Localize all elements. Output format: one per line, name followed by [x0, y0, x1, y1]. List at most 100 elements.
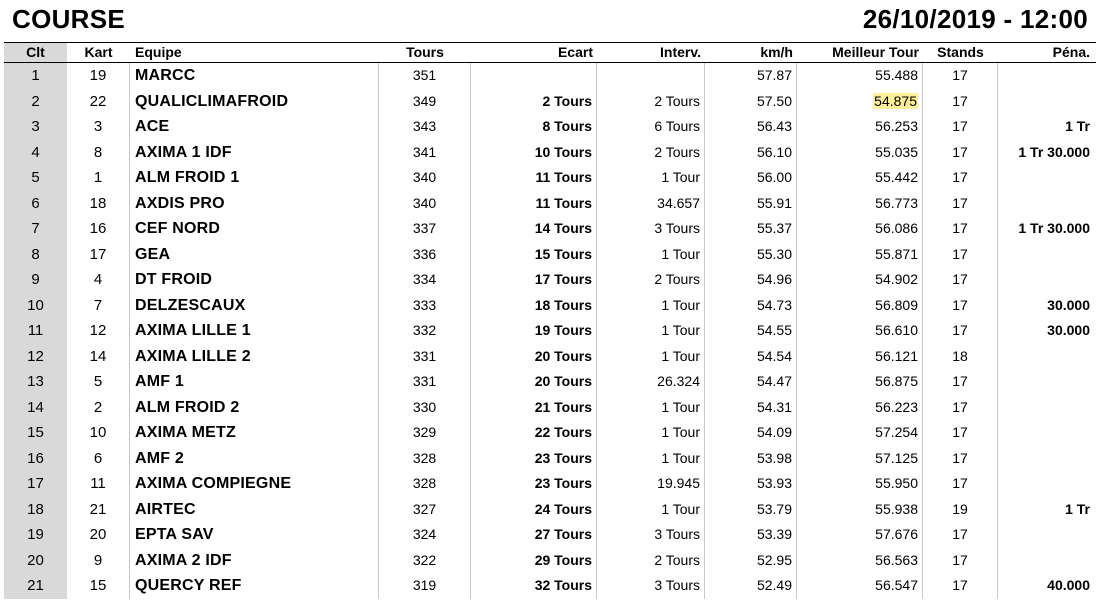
cell-interv: 3 Tours [597, 216, 705, 242]
cell-stands: 17 [923, 114, 998, 140]
cell-stands: 17 [923, 88, 998, 114]
cell-clt: 18 [4, 496, 67, 522]
cell-kart: 9 [67, 547, 130, 573]
cell-penalty [998, 89, 1096, 115]
cell-best-lap: 57.125 [797, 445, 923, 471]
cell-kmh: 54.47 [705, 369, 797, 395]
cell-equipe: AMF 2 [130, 445, 379, 471]
table-row: 5 1 ALM FROID 1 340 11 Tours 1 Tour 56.00 55.44… [4, 165, 1096, 191]
col-header-ecart: Ecart [557, 44, 593, 60]
cell-penalty: 30.000 [1047, 296, 1090, 313]
cell-kart: 5 [67, 369, 130, 395]
cell-stands: 17 [923, 369, 998, 395]
table-row: 17 11 AXIMA COMPIEGNE 328 23 Tours 19.945 53.9… [4, 471, 1096, 497]
cell-clt: 15 [4, 420, 67, 446]
col-header-tours: Tours [406, 44, 444, 60]
cell-equipe: AIRTEC [130, 496, 379, 522]
cell-penalty [998, 446, 1096, 472]
cell-interv: 1 Tour [597, 165, 705, 191]
cell-kart: 16 [67, 216, 130, 242]
col-header-kmh: km/h [760, 44, 793, 60]
cell-ecart: 10 Tours [471, 139, 597, 165]
cell-tours: 340 [379, 165, 471, 191]
cell-kmh: 56.10 [705, 139, 797, 165]
cell-kmh: 53.98 [705, 445, 797, 471]
cell-kart: 14 [67, 343, 130, 369]
cell-interv: 2 Tours [597, 88, 705, 114]
cell-kmh: 54.09 [705, 420, 797, 446]
cell-tours: 341 [379, 139, 471, 165]
page-title: COURSE [12, 4, 126, 34]
cell-tours: 319 [379, 573, 471, 599]
cell-tours: 328 [379, 445, 471, 471]
cell-kmh: 54.73 [705, 292, 797, 318]
cell-ecart: 19 Tours [471, 318, 597, 344]
cell-tours: 334 [379, 267, 471, 293]
table-row: 7 16 CEF NORD 337 14 Tours 3 Tours 55.37 56.086… [4, 216, 1096, 242]
cell-clt: 9 [4, 267, 67, 293]
cell-best-lap: 56.563 [797, 547, 923, 573]
cell-ecart: 20 Tours [471, 369, 597, 395]
results-table: Clt Kart Equipe Tours Ecart Interv. km/h… [4, 42, 1096, 599]
cell-tours: 343 [379, 114, 471, 140]
cell-interv: 2 Tours [597, 139, 705, 165]
cell-kart: 4 [67, 267, 130, 293]
table-row: 2 22 QUALICLIMAFROID 349 2 Tours 2 Tours 57.50… [4, 88, 1096, 115]
cell-kart: 20 [67, 522, 130, 548]
cell-kart: 7 [67, 292, 130, 318]
cell-clt: 16 [4, 445, 67, 471]
cell-equipe: AXIMA COMPIEGNE [130, 471, 379, 497]
cell-equipe: AXIMA METZ [130, 420, 379, 446]
col-header-best-lap: Meilleur Tour [832, 44, 919, 60]
col-header-stands: Stands [937, 44, 984, 60]
cell-ecart: 27 Tours [471, 522, 597, 548]
table-header: Clt Kart Equipe Tours Ecart Interv. km/h… [4, 42, 1096, 63]
table-row: 4 8 AXIMA 1 IDF 341 10 Tours 2 Tours 56.10 55.0… [4, 139, 1096, 165]
cell-kart: 15 [67, 573, 130, 599]
cell-penalty [998, 63, 1096, 89]
cell-equipe: GEA [130, 241, 379, 267]
cell-best-lap: 55.488 [797, 63, 923, 89]
cell-best-lap: 55.035 [797, 139, 923, 165]
cell-ecart: 22 Tours [471, 420, 597, 446]
cell-kmh: 52.49 [705, 573, 797, 599]
cell-clt: 2 [4, 88, 67, 114]
table-row: 9 4 DT FROID 334 17 Tours 2 Tours 54.96 54.902 1… [4, 267, 1096, 293]
cell-kmh: 55.91 [705, 190, 797, 216]
cell-interv: 3 Tours [597, 522, 705, 548]
cell-stands: 17 [923, 139, 998, 165]
cell-tours: 329 [379, 420, 471, 446]
cell-best-lap: 56.773 [797, 190, 923, 216]
cell-ecart [471, 63, 597, 89]
cell-equipe: AXIMA 2 IDF [130, 547, 379, 573]
cell-penalty [998, 369, 1096, 395]
cell-stands: 17 [923, 547, 998, 573]
cell-penalty [998, 548, 1096, 574]
cell-best-lap: 56.547 [797, 573, 923, 599]
table-row: 10 7 DELZESCAUX 333 18 Tours 1 Tour 54.73 56.80… [4, 292, 1096, 318]
cell-kmh: 53.93 [705, 471, 797, 497]
cell-tours: 336 [379, 241, 471, 267]
col-header-penalty: Péna. [1052, 44, 1090, 60]
cell-clt: 1 [4, 63, 67, 89]
table-row: 21 15 QUERCY REF 319 32 Tours 3 Tours 52.49 56.… [4, 573, 1096, 599]
cell-ecart: 21 Tours [471, 394, 597, 420]
cell-clt: 21 [4, 573, 67, 599]
cell-tours: 337 [379, 216, 471, 242]
cell-interv: 34.657 [597, 190, 705, 216]
cell-stands: 17 [923, 267, 998, 293]
cell-best-lap: 57.676 [797, 522, 923, 548]
cell-clt: 8 [4, 241, 67, 267]
cell-equipe: AXIMA LILLE 2 [130, 343, 379, 369]
cell-tours: 331 [379, 343, 471, 369]
cell-interv [597, 63, 705, 89]
cell-kart: 22 [67, 88, 130, 114]
cell-best-lap: 55.871 [797, 241, 923, 267]
cell-ecart: 11 Tours [471, 190, 597, 216]
cell-clt: 20 [4, 547, 67, 573]
table-row: 19 20 EPTA SAV 324 27 Tours 3 Tours 53.39 57.67… [4, 522, 1096, 548]
cell-stands: 17 [923, 394, 998, 420]
cell-best-lap: 56.253 [797, 114, 923, 140]
cell-best-lap: 56.121 [797, 343, 923, 369]
cell-kmh: 54.31 [705, 394, 797, 420]
